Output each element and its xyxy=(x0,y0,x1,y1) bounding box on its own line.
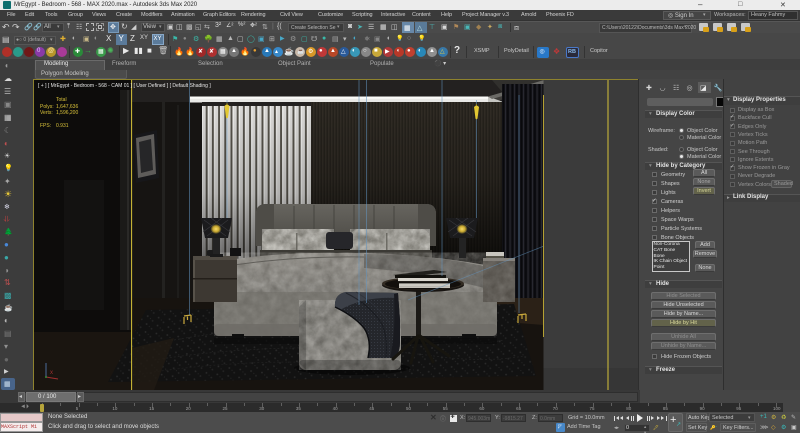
svg-text:x: x xyxy=(50,370,53,376)
